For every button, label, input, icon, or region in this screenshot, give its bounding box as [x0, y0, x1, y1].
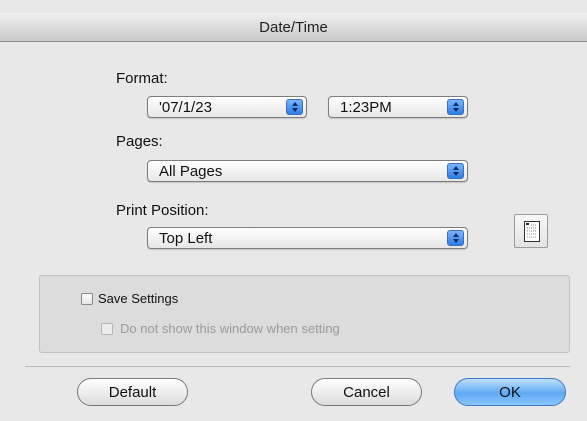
up-down-arrows-icon: [447, 230, 464, 246]
format-label: Format:: [116, 70, 168, 87]
time-format-popup[interactable]: 1:23PM: [328, 96, 468, 118]
title-bar[interactable]: Date/Time: [0, 13, 587, 42]
separator: [25, 366, 570, 367]
page-position-preview: [514, 214, 548, 248]
do-not-show-label: Do not show this window when setting: [120, 321, 340, 336]
date-format-popup[interactable]: '07/1/23: [147, 96, 307, 118]
up-down-arrows-icon: [447, 163, 464, 179]
window-title: Date/Time: [259, 18, 328, 36]
do-not-show-checkbox[interactable]: [101, 323, 113, 335]
up-down-arrows-icon: [286, 99, 303, 115]
pages-label: Pages:: [116, 133, 163, 150]
print-position-label: Print Position:: [116, 202, 209, 219]
date-time-dialog: Date/Time Format: '07/1/23 1:23PM Pages:…: [0, 0, 587, 421]
cancel-button[interactable]: Cancel: [311, 378, 422, 406]
save-settings-label[interactable]: Save Settings: [98, 291, 178, 306]
print-position-value: Top Left: [159, 230, 213, 247]
time-format-value: 1:23PM: [340, 99, 392, 116]
date-format-value: '07/1/23: [159, 99, 212, 116]
up-down-arrows-icon: [447, 99, 464, 115]
page-position-preview-icon: [524, 221, 540, 242]
print-position-popup[interactable]: Top Left: [147, 227, 468, 249]
ok-button[interactable]: OK: [454, 378, 566, 406]
default-button[interactable]: Default: [77, 378, 188, 406]
save-settings-checkbox[interactable]: [81, 293, 93, 305]
pages-popup[interactable]: All Pages: [147, 160, 468, 182]
pages-value: All Pages: [159, 163, 223, 180]
settings-group: Save Settings Do not show this window wh…: [39, 275, 570, 353]
